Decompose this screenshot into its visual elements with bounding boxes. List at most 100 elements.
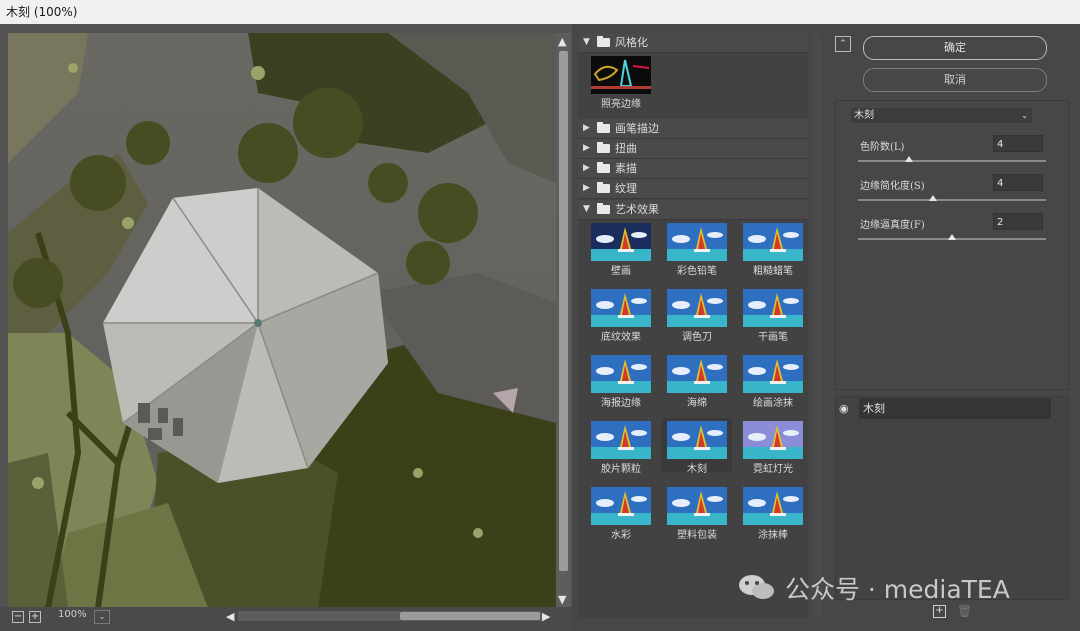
vscroll-thumb[interactable] [559, 51, 568, 571]
folder-icon [597, 182, 610, 193]
zoom-dropdown[interactable]: ⌄ [94, 610, 110, 624]
scroll-right-icon[interactable]: ▶ [542, 611, 550, 622]
filter-item-label: 绘画涂抹 [753, 398, 793, 409]
preview-vertical-scrollbar[interactable] [556, 33, 571, 608]
filter-item[interactable]: 海绵 [662, 352, 732, 409]
filter-thumbnail [667, 223, 727, 261]
category-brush-strokes[interactable]: ▶ 画笔描边 [578, 119, 808, 139]
filter-item[interactable]: 霓虹灯光 [738, 418, 808, 475]
filter-gallery: ▼ 风格化 照亮边缘 ▶ 画笔描边 ▶ 扭曲 ▶ 素描 ▶ 纹理 ▼ 艺术效果 … [578, 33, 808, 618]
filter-thumbnail [743, 355, 803, 393]
levels-slider-knob[interactable] [904, 156, 913, 162]
folder-icon [597, 122, 610, 133]
filter-item[interactable]: 木刻 [662, 418, 732, 475]
effect-layer-label: 木刻 [863, 402, 885, 415]
trash-icon[interactable]: 🗑 [957, 604, 972, 618]
filter-item[interactable]: 绘画涂抹 [738, 352, 808, 409]
filter-item[interactable]: 调色刀 [662, 286, 732, 343]
new-effect-layer-button[interactable]: + [933, 605, 946, 618]
filter-thumbnail [591, 487, 651, 525]
edge-simplicity-slider-track[interactable] [858, 199, 1046, 201]
expanded-triangle-icon: ▼ [583, 204, 590, 214]
filter-item-label: 水彩 [611, 530, 631, 541]
edge-simplicity-slider-knob[interactable] [929, 195, 938, 201]
filter-thumbnail [667, 421, 727, 459]
filter-item-glowing-edges[interactable]: 照亮边缘 [586, 53, 656, 110]
zoom-out-button[interactable]: − [12, 611, 24, 623]
filter-item-label: 彩色铅笔 [677, 266, 717, 277]
preview-canvas[interactable] [8, 33, 556, 608]
collapsed-triangle-icon: ▶ [583, 143, 590, 153]
effect-layer-row[interactable]: 木刻 [859, 398, 1051, 419]
category-label: 风格化 [615, 36, 648, 49]
expanded-triangle-icon: ▼ [583, 37, 590, 47]
filter-item-label: 海绵 [687, 398, 707, 409]
filter-item-label: 粗糙蜡笔 [753, 266, 793, 277]
filter-item[interactable]: 粗糙蜡笔 [738, 220, 808, 277]
cancel-button[interactable]: 取消 [863, 68, 1047, 92]
gallery-scrollbar[interactable] [812, 33, 822, 618]
wechat-icon [739, 575, 774, 599]
category-stylize[interactable]: ▼ 风格化 [578, 33, 808, 53]
folder-icon [597, 203, 610, 214]
preview-horizontal-scrollbar[interactable] [238, 611, 542, 621]
collapsed-triangle-icon: ▶ [583, 123, 590, 133]
filter-select-value: 木刻 [854, 110, 874, 121]
filter-item[interactable]: 涂抹棒 [738, 484, 808, 541]
zoom-in-button[interactable]: + [29, 611, 41, 623]
category-label: 艺术效果 [615, 203, 659, 216]
edge-fidelity-slider-knob[interactable] [948, 234, 956, 240]
scroll-left-icon[interactable]: ◀ [226, 611, 234, 622]
scroll-down-icon[interactable]: ▼ [558, 594, 566, 605]
filter-thumbnail [667, 487, 727, 525]
filter-thumbnail [591, 56, 651, 94]
filter-item-label: 霓虹灯光 [753, 464, 793, 475]
window-title: 木刻 (100%) [6, 5, 78, 19]
filter-item[interactable]: 塑料包装 [662, 484, 732, 541]
category-artistic[interactable]: ▼ 艺术效果 [578, 200, 808, 220]
levels-field[interactable]: 4 [993, 135, 1043, 152]
ok-button[interactable]: 确定 [863, 36, 1047, 60]
filter-type-select[interactable]: 木刻 ⌄ [851, 108, 1032, 123]
filter-thumbnail [591, 223, 651, 261]
category-texture[interactable]: ▶ 纹理 [578, 179, 808, 199]
filter-item[interactable]: 干画笔 [738, 286, 808, 343]
edge-fidelity-label: 边缘逼真度(F) [860, 220, 925, 231]
category-label: 扭曲 [615, 142, 637, 155]
collapsed-triangle-icon: ▶ [583, 183, 590, 193]
folder-icon [597, 36, 610, 47]
hscroll-thumb[interactable] [400, 612, 540, 620]
chevron-down-icon: ⌄ [1021, 111, 1028, 120]
filter-thumbnail [591, 289, 651, 327]
filter-item[interactable]: 水彩 [586, 484, 656, 541]
edge-fidelity-field[interactable]: 2 [993, 213, 1043, 230]
filter-item-label: 照亮边缘 [601, 99, 641, 110]
filter-item[interactable]: 底纹效果 [586, 286, 656, 343]
glowing-edges-thumbnail [591, 56, 651, 94]
scroll-up-icon[interactable]: ▲ [558, 36, 566, 47]
filter-thumbnail [743, 223, 803, 261]
filter-item-label: 木刻 [687, 464, 707, 475]
filter-item[interactable]: 彩色铅笔 [662, 220, 732, 277]
filter-item[interactable]: 胶片颗粒 [586, 418, 656, 475]
filter-thumbnail [743, 289, 803, 327]
watermark-text: 公众号 · mediaTEA [784, 575, 1010, 604]
levels-slider-track[interactable] [858, 160, 1046, 162]
folder-icon [597, 142, 610, 153]
collapse-gallery-button[interactable]: ⌃ [835, 36, 851, 52]
filter-item[interactable]: 壁画 [586, 220, 656, 277]
category-distort[interactable]: ▶ 扭曲 [578, 139, 808, 159]
filter-item[interactable]: 海报边缘 [586, 352, 656, 409]
filter-thumbnail [591, 421, 651, 459]
category-sketch[interactable]: ▶ 素描 [578, 159, 808, 179]
zoom-value: 100% [58, 609, 87, 620]
filter-thumbnail [667, 355, 727, 393]
filter-item-label: 壁画 [611, 266, 631, 277]
eye-icon[interactable]: ◉ [839, 402, 849, 415]
filter-item-label: 底纹效果 [601, 332, 641, 343]
category-label: 纹理 [615, 182, 637, 195]
filter-thumbnail [743, 487, 803, 525]
edge-simplicity-field[interactable]: 4 [993, 174, 1043, 191]
filter-item-label: 胶片颗粒 [601, 464, 641, 475]
double-chevron-up-icon: ⌃ [839, 39, 847, 49]
